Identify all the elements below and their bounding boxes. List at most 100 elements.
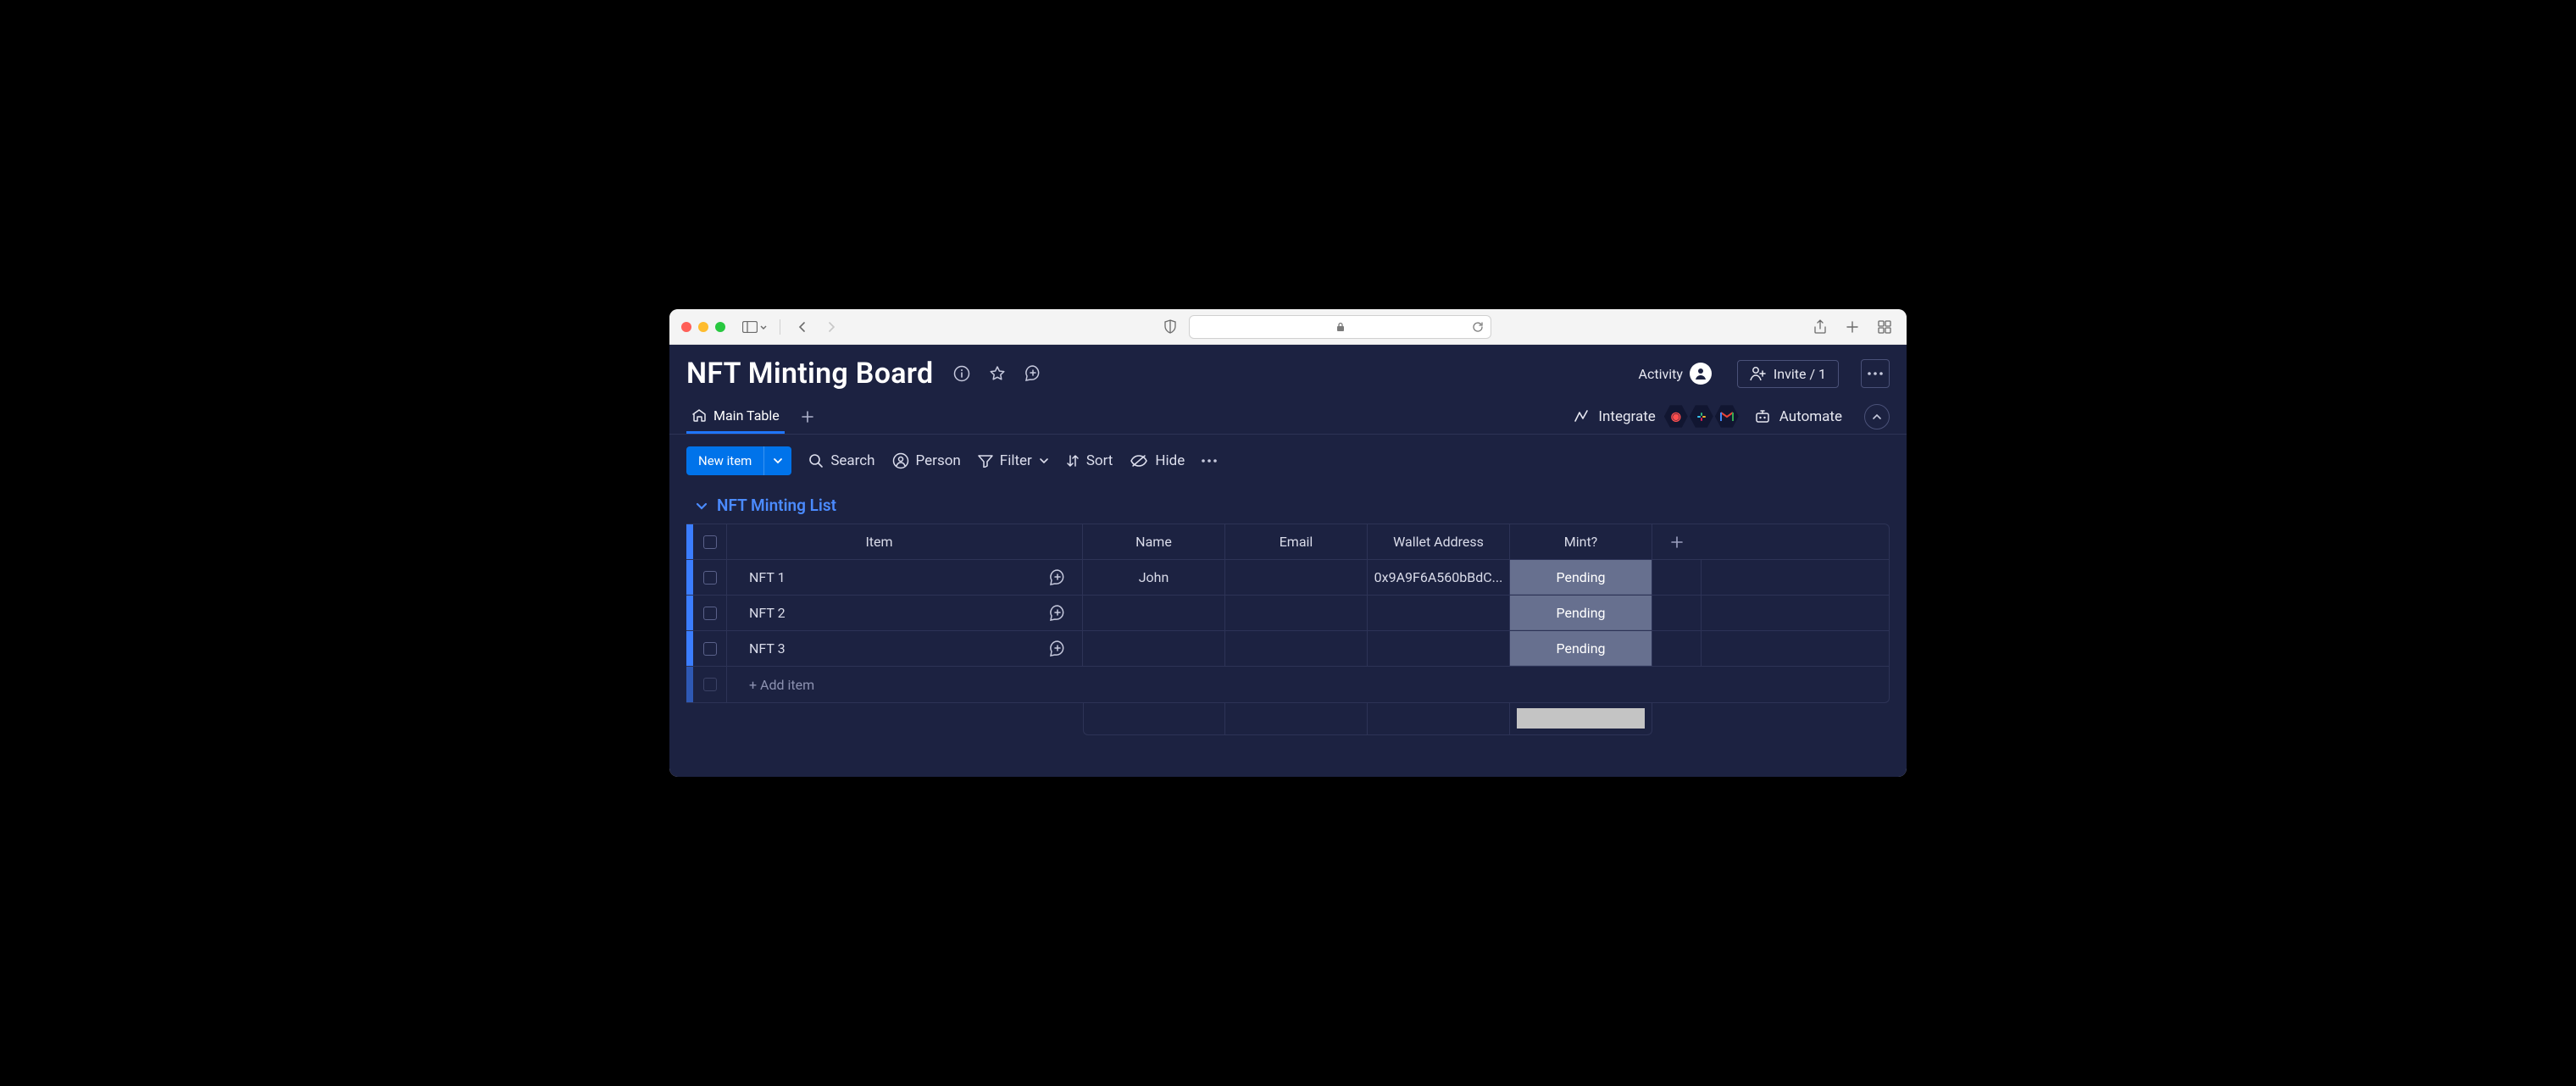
filter-label: Filter — [1000, 452, 1032, 469]
group-color-edge — [686, 524, 693, 559]
header-fill — [1702, 524, 1889, 559]
cell-email[interactable] — [1225, 631, 1368, 666]
status-pending: Pending — [1510, 596, 1652, 630]
row-checkbox — [693, 667, 727, 702]
board-more-button[interactable] — [1861, 359, 1890, 388]
lock-icon — [1336, 322, 1345, 332]
robot-icon — [1754, 409, 1771, 424]
star-icon[interactable] — [985, 362, 1009, 385]
share-icon[interactable] — [1810, 317, 1830, 337]
toolbar-more-button[interactable] — [1202, 459, 1217, 463]
cell-mint[interactable]: Pending — [1510, 631, 1652, 666]
column-header-item[interactable]: Item — [727, 524, 1083, 559]
cell-name[interactable] — [1083, 596, 1225, 630]
integrate-button[interactable]: Integrate ◉ — [1573, 405, 1738, 429]
sort-label: Sort — [1086, 452, 1113, 469]
sort-button[interactable]: Sort — [1066, 452, 1113, 469]
row-checkbox[interactable] — [693, 631, 727, 666]
automate-button[interactable]: Automate — [1754, 408, 1842, 425]
cell-mint[interactable]: Pending — [1510, 596, 1652, 630]
row-checkbox[interactable] — [693, 596, 727, 630]
table-header-row: Item Name Email Wallet Address Mint? — [686, 524, 1889, 560]
cell-wallet[interactable]: 0x9A9F6A560bBdC... — [1368, 560, 1510, 595]
automate-label: Automate — [1779, 408, 1842, 425]
group-color-edge — [686, 560, 693, 595]
forward-button[interactable] — [821, 317, 841, 337]
column-header-mint[interactable]: Mint? — [1510, 524, 1652, 559]
new-item-button[interactable]: New item — [686, 446, 763, 475]
summary-wallet — [1368, 703, 1510, 735]
filter-icon — [978, 454, 993, 468]
reload-icon[interactable] — [1472, 321, 1484, 333]
item-name: NFT 1 — [749, 569, 786, 585]
search-label: Search — [830, 452, 874, 469]
search-icon — [808, 453, 824, 468]
cell-mint[interactable]: Pending — [1510, 560, 1652, 595]
cell-name[interactable]: John — [1083, 560, 1225, 595]
hide-button[interactable]: Hide — [1130, 452, 1185, 469]
person-filter-button[interactable]: Person — [892, 452, 961, 469]
activity-label: Activity — [1639, 366, 1683, 382]
filter-button[interactable]: Filter — [978, 452, 1049, 469]
chevron-down-icon — [1039, 457, 1049, 465]
board-toolbar: New item Search Person Filter Sort — [669, 435, 1907, 490]
summary-mint-bar — [1517, 708, 1645, 729]
column-header-name[interactable]: Name — [1083, 524, 1225, 559]
cell-item[interactable]: NFT 1 — [727, 560, 1083, 595]
monday-app: NFT Minting Board Activity — [669, 345, 1907, 777]
sort-icon — [1066, 453, 1080, 468]
view-tabs: Main Table Integrate ◉ — [669, 399, 1907, 435]
table: Item Name Email Wallet Address Mint? NFT — [686, 524, 1890, 703]
cell-name[interactable] — [1083, 631, 1225, 666]
select-all-checkbox[interactable] — [693, 524, 727, 559]
search-button[interactable]: Search — [808, 452, 874, 469]
group-header[interactable]: NFT Minting List — [686, 490, 1890, 524]
close-window-icon[interactable] — [681, 322, 691, 332]
collapse-header-button[interactable] — [1864, 404, 1890, 429]
cell-item[interactable]: NFT 2 — [727, 596, 1083, 630]
cell-wallet[interactable] — [1368, 631, 1510, 666]
cell-fill — [1702, 631, 1889, 666]
table-row: NFT 3 Pending — [686, 631, 1889, 667]
info-icon[interactable] — [950, 362, 974, 385]
new-tab-icon[interactable] — [1842, 317, 1863, 337]
column-header-wallet[interactable]: Wallet Address — [1368, 524, 1510, 559]
group-color-edge — [686, 667, 693, 702]
column-header-email[interactable]: Email — [1225, 524, 1368, 559]
open-conversation-icon[interactable] — [1048, 604, 1067, 623]
chevron-down-icon — [695, 500, 708, 512]
board-title[interactable]: NFT Minting Board — [686, 357, 933, 391]
home-icon — [691, 408, 707, 422]
browser-window: NFT Minting Board Activity — [669, 309, 1907, 777]
tab-main-table[interactable]: Main Table — [686, 399, 785, 434]
row-checkbox[interactable] — [693, 560, 727, 595]
cell-wallet[interactable] — [1368, 596, 1510, 630]
item-name: NFT 2 — [749, 605, 786, 621]
traffic-lights — [681, 322, 725, 332]
minimize-window-icon[interactable] — [698, 322, 708, 332]
status-pending: Pending — [1510, 560, 1652, 595]
add-item-row[interactable]: + Add item — [686, 667, 1889, 702]
add-view-button[interactable] — [797, 411, 819, 423]
cell-email[interactable] — [1225, 596, 1368, 630]
open-conversation-icon[interactable] — [1048, 568, 1067, 587]
tabs-overview-icon[interactable] — [1874, 317, 1895, 337]
summary-email — [1225, 703, 1368, 735]
invite-button[interactable]: Invite / 1 — [1737, 360, 1839, 388]
back-button[interactable] — [792, 317, 813, 337]
tab-main-label: Main Table — [713, 407, 780, 424]
maximize-window-icon[interactable] — [715, 322, 725, 332]
open-conversation-icon[interactable] — [1048, 640, 1067, 658]
cell-item[interactable]: NFT 3 — [727, 631, 1083, 666]
new-item-dropdown[interactable] — [763, 446, 791, 475]
activity-button[interactable]: Activity — [1639, 363, 1712, 385]
address-bar[interactable] — [1189, 315, 1492, 339]
sidebar-toggle[interactable] — [742, 321, 768, 333]
cell-email[interactable] — [1225, 560, 1368, 595]
add-discussion-icon[interactable] — [1021, 362, 1045, 385]
shield-icon[interactable] — [1160, 317, 1180, 337]
new-item-split-button: New item — [686, 446, 791, 475]
add-column-button[interactable] — [1652, 524, 1702, 559]
integration-app-icons: ◉ — [1664, 405, 1739, 429]
integration-icon-1: ◉ — [1664, 405, 1688, 429]
